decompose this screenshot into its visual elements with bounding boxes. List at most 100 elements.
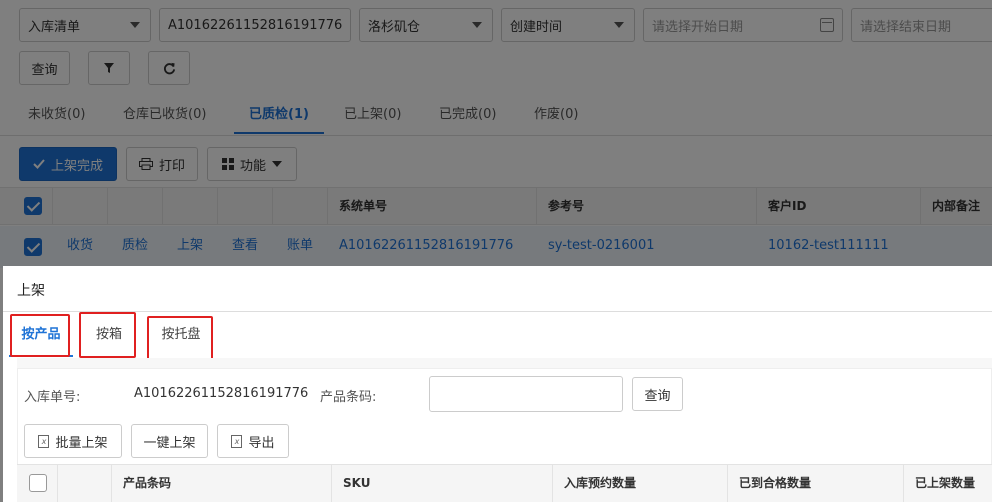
- tab-label: 未收货(0): [28, 107, 86, 122]
- customer-id-link[interactable]: 10162-test111111: [768, 226, 889, 266]
- start-date-input[interactable]: 请选择开始日期: [643, 8, 843, 42]
- tab-warehouse-received[interactable]: 仓库已收货(0): [123, 96, 206, 134]
- column-divider: [727, 465, 728, 502]
- header-ref-no: 参考号: [548, 199, 585, 213]
- chevron-down-icon: [472, 22, 482, 28]
- column-divider: [536, 188, 537, 225]
- end-date-placeholder: 请选择结束日期: [860, 19, 952, 35]
- table-row: 收货 质检 上架 查看 账单 A10162261152816191776 sy-…: [0, 226, 992, 268]
- order-no-value: A10162261152816191776: [134, 386, 309, 401]
- tab-completed[interactable]: 已完成(0): [439, 96, 496, 134]
- functions-dropdown[interactable]: 功能: [207, 147, 297, 181]
- column-divider: [111, 465, 112, 502]
- batch-shelve-button[interactable]: x 批量上架: [24, 424, 122, 458]
- one-key-shelve-button[interactable]: 一键上架: [131, 424, 208, 458]
- calendar-icon: [820, 18, 834, 32]
- select-all-checkbox[interactable]: [24, 197, 42, 215]
- start-date-placeholder: 请选择开始日期: [652, 19, 744, 35]
- header-qualified-qty: 已到合格数量: [739, 476, 812, 490]
- order-no-input[interactable]: A10162261152816191776: [159, 8, 351, 42]
- modal-search-button[interactable]: 查询: [632, 377, 683, 411]
- column-divider: [217, 188, 218, 225]
- tab-not-received[interactable]: 未收货(0): [28, 96, 85, 134]
- system-no-link[interactable]: A10162261152816191776: [339, 226, 513, 266]
- tab-inspected[interactable]: 已质检(1): [234, 96, 324, 134]
- highlight-box: [147, 316, 213, 360]
- search-button[interactable]: 查询: [19, 51, 70, 85]
- warehouse-select[interactable]: 洛杉矶仓: [359, 8, 493, 42]
- tab-label: 已质检(1): [249, 107, 309, 122]
- column-divider: [331, 465, 332, 502]
- export-button[interactable]: x 导出: [217, 424, 289, 458]
- search-button-label: 查询: [31, 62, 58, 78]
- excel-icon: x: [231, 434, 243, 448]
- export-label: 导出: [248, 435, 275, 451]
- shelve-modal: 上架 按产品 按箱 按托盘 入库单号: A1016226115281619177…: [3, 266, 992, 502]
- column-divider: [756, 188, 757, 225]
- tab-label: 已上架(0): [344, 107, 402, 122]
- tab-label: 已完成(0): [439, 107, 497, 122]
- excel-icon: x: [38, 434, 50, 448]
- chevron-down-icon: [130, 22, 140, 28]
- highlight-box: [79, 312, 136, 358]
- inspect-link[interactable]: 质检: [122, 226, 148, 266]
- column-divider: [57, 465, 58, 502]
- type-select[interactable]: 入库清单: [19, 8, 151, 42]
- batch-shelve-label: 批量上架: [55, 435, 108, 451]
- time-type-select[interactable]: 创建时间: [501, 8, 635, 42]
- tab-label: 作废(0): [534, 107, 579, 122]
- refresh-icon: [163, 62, 175, 74]
- view-link[interactable]: 查看: [232, 226, 258, 266]
- column-divider: [327, 188, 328, 225]
- column-divider: [272, 188, 273, 225]
- barcode-label: 产品条码:: [320, 390, 377, 405]
- header-product-barcode: 产品条码: [123, 476, 172, 490]
- bill-link[interactable]: 账单: [287, 226, 313, 266]
- printer-icon: [138, 158, 153, 170]
- row-checkbox[interactable]: [24, 238, 42, 256]
- receive-link[interactable]: 收货: [67, 226, 93, 266]
- column-divider: [52, 188, 53, 225]
- select-all-checkbox[interactable]: [29, 474, 47, 492]
- time-select-value: 创建时间: [510, 19, 563, 35]
- filter-icon: [104, 63, 114, 73]
- order-no-label: 入库单号:: [24, 390, 81, 405]
- modal-search-label: 查询: [644, 388, 671, 404]
- warehouse-select-value: 洛杉矶仓: [368, 19, 421, 35]
- header-customer-id: 客户ID: [768, 199, 807, 213]
- refresh-button[interactable]: [148, 51, 190, 85]
- modal-table-header: 产品条码 SKU 入库预约数量 已到合格数量 已上架数量: [17, 464, 992, 502]
- shelve-done-label: 上架完成: [50, 158, 103, 174]
- ref-no-link[interactable]: sy-test-0216001: [548, 226, 654, 266]
- shelve-done-button[interactable]: 上架完成: [19, 147, 117, 181]
- functions-label: 功能: [239, 158, 266, 174]
- column-divider: [107, 188, 108, 225]
- end-date-input[interactable]: 请选择结束日期: [851, 8, 992, 42]
- header-shelved-qty: 已上架数量: [915, 476, 976, 490]
- modal-title: 上架: [17, 283, 45, 299]
- column-divider: [552, 465, 553, 502]
- chevron-down-icon: [614, 22, 624, 28]
- caret-down-icon: [272, 161, 282, 167]
- main-page: 入库清单 A10162261152816191776 洛杉矶仓 创建时间 请选择…: [0, 0, 992, 268]
- panel-gap: [17, 358, 992, 368]
- column-divider: [920, 188, 921, 225]
- table-header: 系统单号 参考号 客户ID 内部备注: [0, 187, 992, 225]
- tab-voided[interactable]: 作废(0): [534, 96, 578, 134]
- header-system-no: 系统单号: [339, 199, 388, 213]
- filter-button[interactable]: [88, 51, 130, 85]
- type-select-value: 入库清单: [28, 19, 81, 35]
- tab-shelved[interactable]: 已上架(0): [344, 96, 401, 134]
- shelve-link[interactable]: 上架: [177, 226, 203, 266]
- tab-label: 仓库已收货(0): [123, 107, 207, 122]
- barcode-input[interactable]: [429, 376, 623, 412]
- tab-divider: [0, 135, 992, 136]
- print-label: 打印: [158, 158, 185, 174]
- order-no-value: A10162261152816191776: [168, 17, 343, 33]
- print-button[interactable]: 打印: [126, 147, 198, 181]
- header-expected-qty: 入库预约数量: [564, 476, 637, 490]
- highlight-box: [10, 314, 70, 357]
- grid-icon: [221, 158, 234, 170]
- check-icon: [33, 159, 45, 169]
- one-key-shelve-label: 一键上架: [143, 435, 196, 451]
